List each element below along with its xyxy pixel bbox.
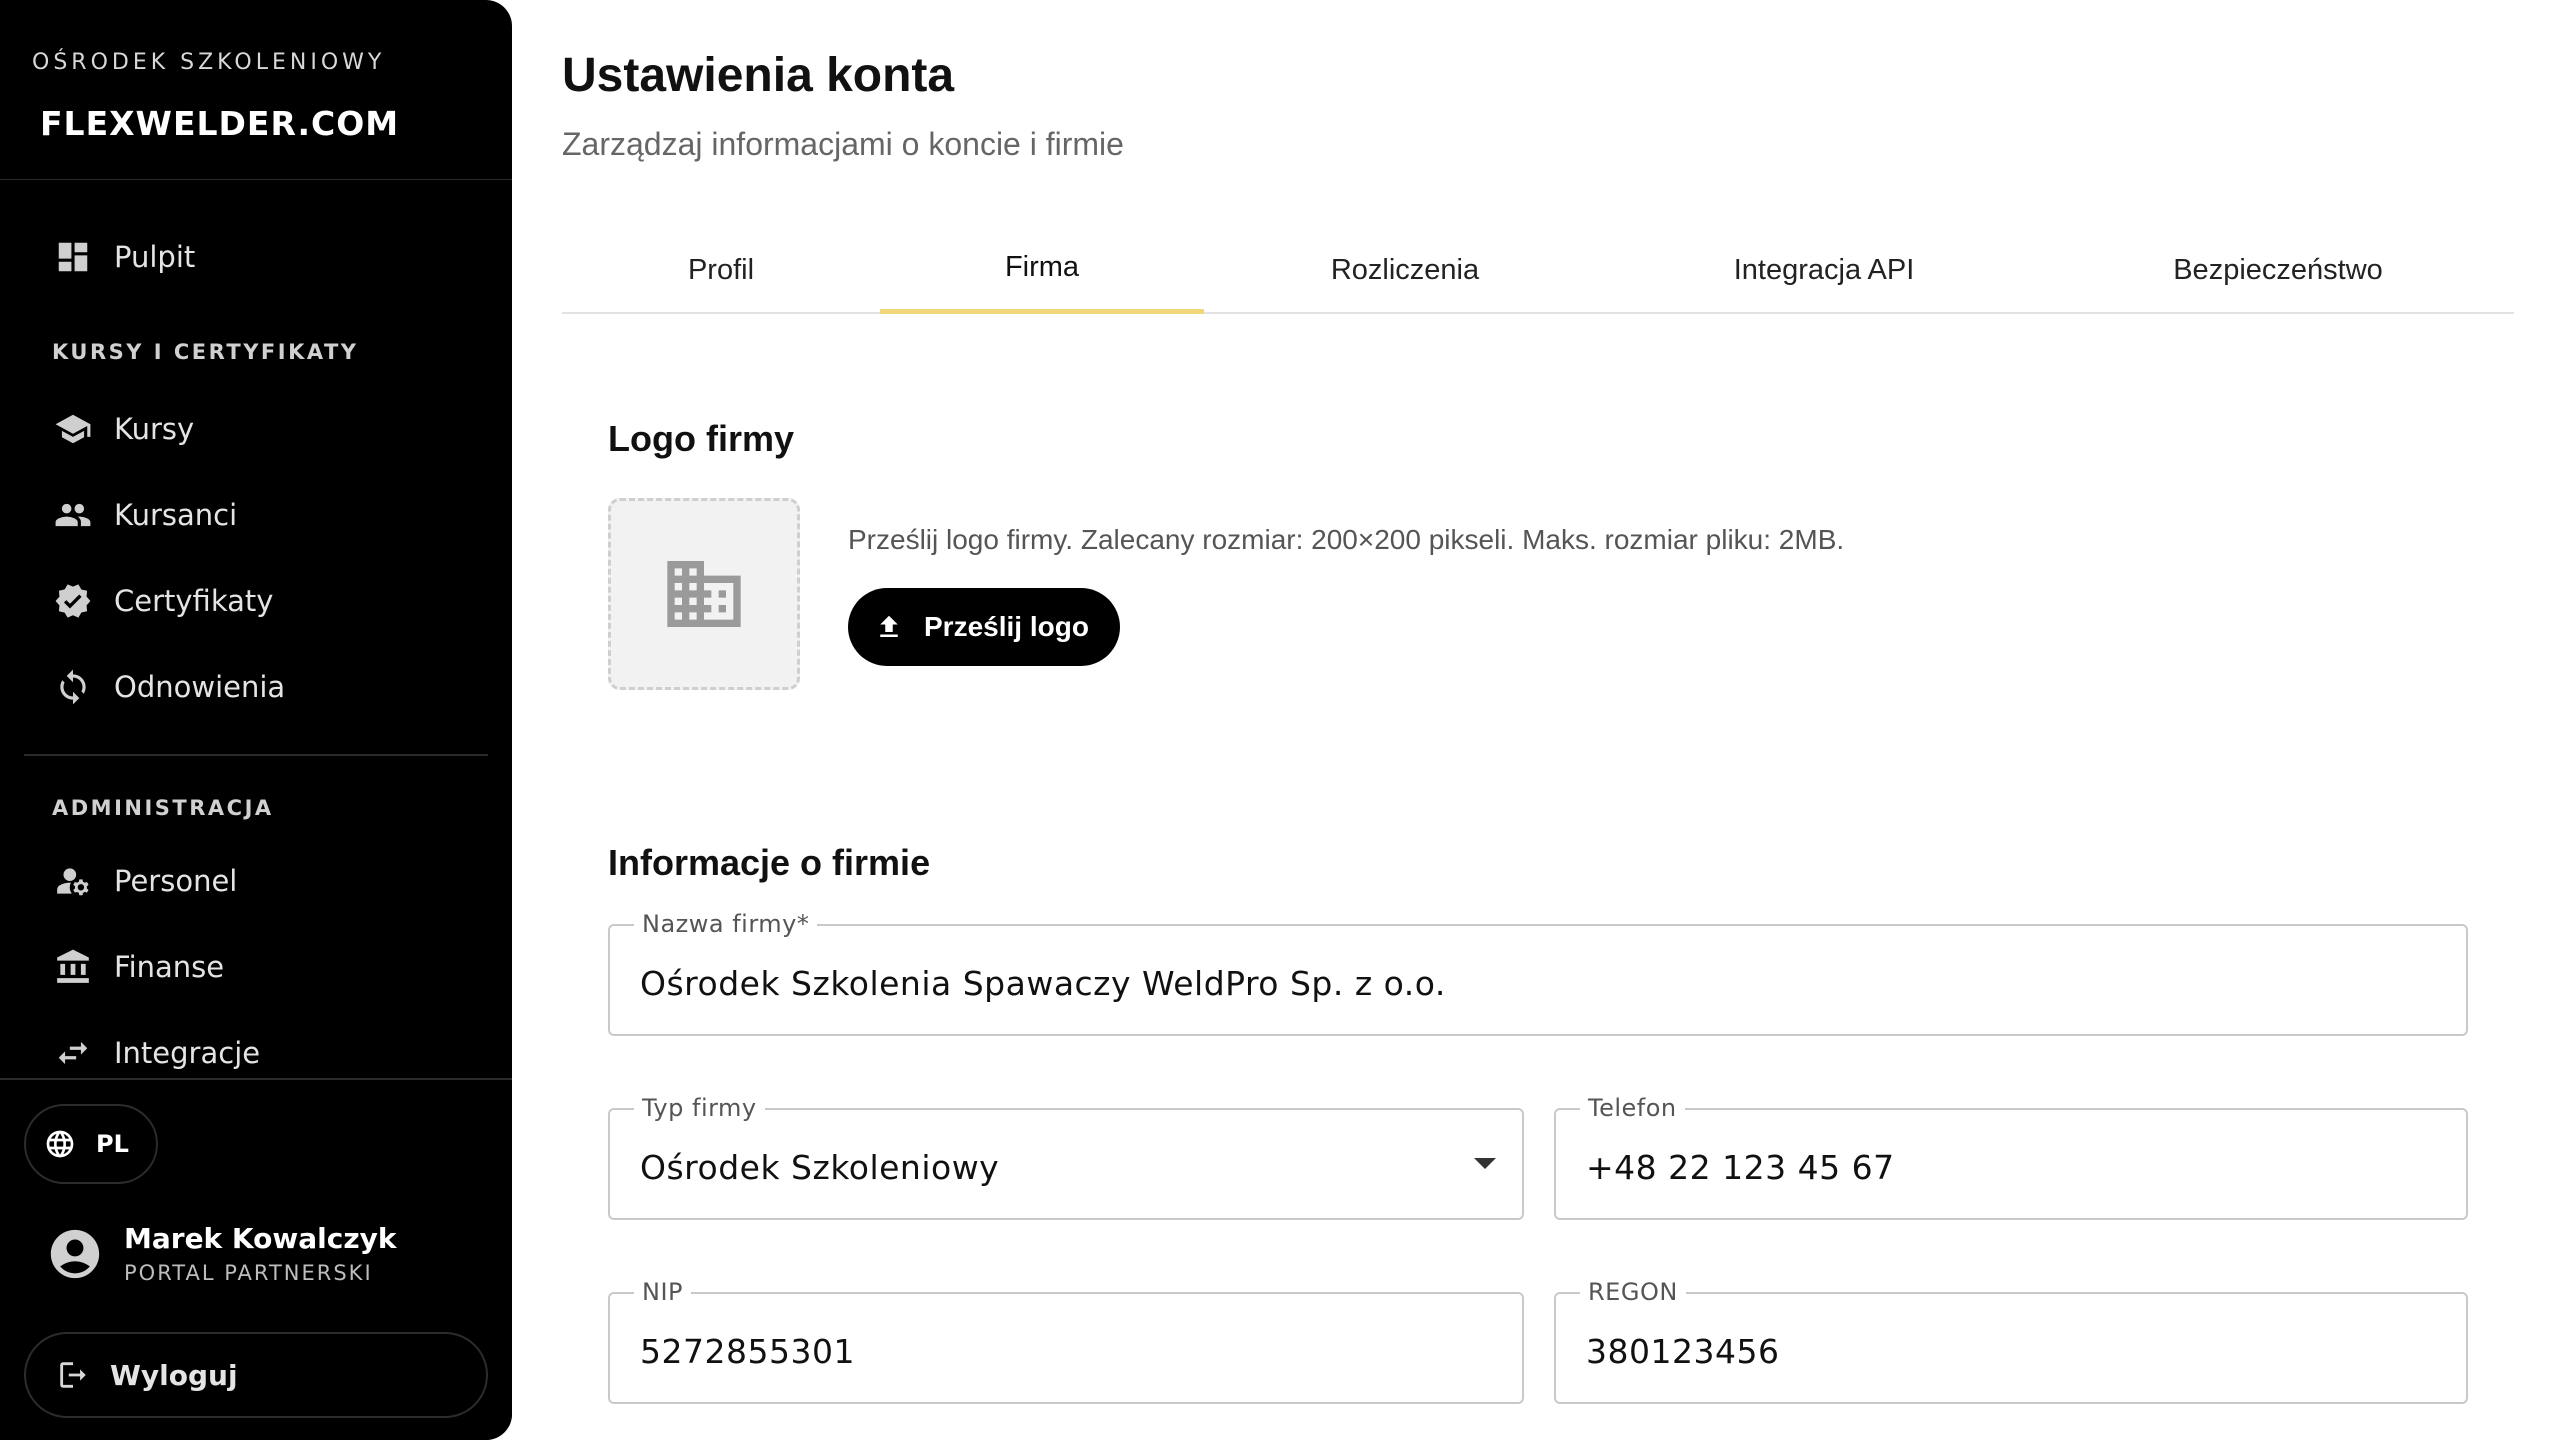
- refresh-icon: [50, 664, 96, 710]
- field-value: +48 22 123 45 67: [1586, 1148, 1895, 1187]
- section-label-courses: KURSY I CERTYFIKATY: [52, 340, 359, 364]
- field-value: Ośrodek Szkolenia Spawaczy WeldPro Sp. z…: [640, 964, 1446, 1003]
- chevron-down-icon: [1474, 1158, 1496, 1169]
- brand: OŚRODEK SZKOLENIOWY FLEXWELDER.COM: [0, 0, 512, 180]
- phone-field[interactable]: Telefon +48 22 123 45 67: [1554, 1094, 2468, 1220]
- company-type-select[interactable]: Typ firmy Ośrodek Szkoleniowy: [608, 1094, 1524, 1220]
- field-label: REGON: [1580, 1278, 1686, 1306]
- user-name: Marek Kowalczyk: [124, 1222, 397, 1255]
- field-value: 5272855301: [640, 1332, 855, 1371]
- tab-integracja-api[interactable]: Integracja API: [1606, 226, 2042, 314]
- page-subtitle: Zarządzaj informacjami o koncie i firmie: [562, 126, 1124, 162]
- company-name-field[interactable]: Nazwa firmy* Ośrodek Szkolenia Spawaczy …: [608, 910, 2468, 1036]
- sidebar-item-label: Certyfikaty: [114, 584, 274, 618]
- bank-icon: [50, 944, 96, 990]
- avatar-icon: [46, 1225, 104, 1283]
- globe-icon: [46, 1130, 74, 1158]
- sidebar-item-label: Odnowienia: [114, 670, 286, 704]
- tab-profil[interactable]: Profil: [562, 226, 880, 314]
- logout-button[interactable]: Wyloguj: [24, 1332, 488, 1418]
- person-settings-icon: [50, 858, 96, 904]
- tab-firma[interactable]: Firma: [880, 226, 1204, 314]
- tab-rozliczenia[interactable]: Rozliczenia: [1204, 226, 1606, 314]
- page-title: Ustawienia konta: [562, 49, 955, 102]
- regon-field[interactable]: REGON 380123456: [1554, 1278, 2468, 1404]
- upload-logo-button[interactable]: Prześlij logo: [848, 588, 1120, 666]
- field-label: Nazwa firmy*: [634, 910, 818, 938]
- graduation-cap-icon: [50, 406, 96, 452]
- brand-subtitle: OŚRODEK SZKOLENIOWY: [32, 50, 386, 75]
- logout-icon: [60, 1362, 86, 1388]
- sidebar-item-integracje[interactable]: Integracje: [24, 1020, 488, 1086]
- sidebar-item-label: Pulpit: [114, 240, 196, 274]
- people-icon: [50, 492, 96, 538]
- dashboard-icon: [50, 234, 96, 280]
- sidebar-item-kursanci[interactable]: Kursanci: [24, 482, 488, 548]
- sidebar-footer: PL Marek Kowalczyk PORTAL PARTNERSKI Wyl…: [0, 1078, 512, 1440]
- tab-bezpieczenstwo[interactable]: Bezpieczeństwo: [2042, 226, 2514, 314]
- field-label: Typ firmy: [634, 1094, 765, 1122]
- sidebar: OŚRODEK SZKOLENIOWY FLEXWELDER.COM Pulpi…: [0, 0, 512, 1440]
- logo-upload-hint: Prześlij logo firmy. Zalecany rozmiar: 2…: [848, 524, 1845, 555]
- nip-field[interactable]: NIP 5272855301: [608, 1278, 1524, 1404]
- field-label: Telefon: [1580, 1094, 1685, 1122]
- field-label: NIP: [634, 1278, 692, 1306]
- company-info-title: Informacje o firmie: [608, 842, 931, 883]
- sidebar-item-pulpit[interactable]: Pulpit: [24, 224, 488, 290]
- user-role: PORTAL PARTNERSKI: [124, 1261, 373, 1285]
- sidebar-item-finanse[interactable]: Finanse: [24, 934, 488, 1000]
- sidebar-item-odnowienia[interactable]: Odnowienia: [24, 654, 488, 720]
- brand-logo[interactable]: FLEXWELDER.COM: [40, 104, 399, 143]
- upload-icon: [880, 615, 898, 637]
- swap-icon: [50, 1030, 96, 1076]
- sidebar-item-label: Kursanci: [114, 498, 238, 532]
- settings-tabs: Profil Firma Rozliczenia Integracja API …: [562, 226, 2514, 314]
- building-icon: [667, 561, 741, 627]
- verified-badge-icon: [50, 578, 96, 624]
- upload-logo-label: Prześlij logo: [924, 611, 1089, 642]
- sidebar-item-label: Integracje: [114, 1036, 261, 1070]
- logo-placeholder[interactable]: [608, 498, 800, 690]
- sidebar-item-kursy[interactable]: Kursy: [24, 396, 488, 462]
- sidebar-item-label: Finanse: [114, 950, 225, 984]
- language-switcher[interactable]: PL: [24, 1104, 158, 1184]
- sidebar-item-label: Kursy: [114, 412, 195, 446]
- field-value: 380123456: [1586, 1332, 1780, 1371]
- logout-label: Wyloguj: [110, 1358, 238, 1392]
- language-code: PL: [96, 1130, 129, 1158]
- logo-section-title: Logo firmy: [608, 418, 794, 459]
- sidebar-item-certyfikaty[interactable]: Certyfikaty: [24, 568, 488, 634]
- user-profile[interactable]: Marek Kowalczyk PORTAL PARTNERSKI: [46, 1222, 397, 1285]
- section-label-admin: ADMINISTRACJA: [52, 796, 274, 820]
- sidebar-divider: [24, 754, 488, 756]
- sidebar-item-label: Personel: [114, 864, 238, 898]
- sidebar-item-personel[interactable]: Personel: [24, 848, 488, 914]
- field-value: Ośrodek Szkoleniowy: [640, 1148, 1000, 1187]
